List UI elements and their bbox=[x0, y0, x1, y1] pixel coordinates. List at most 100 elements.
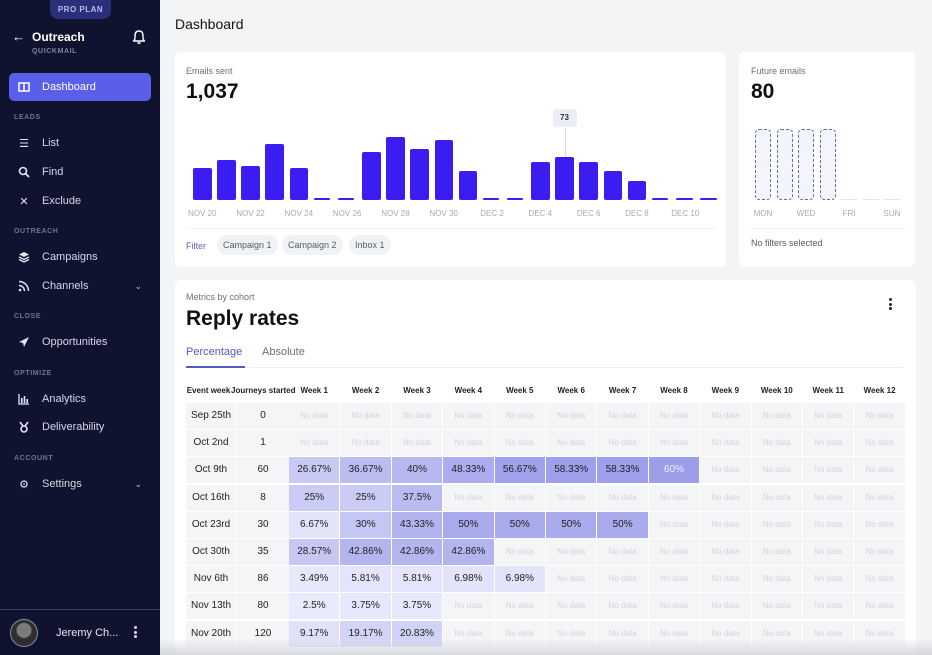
rate-cell[interactable]: 37.5% bbox=[391, 484, 443, 511]
rate-cell[interactable]: 5.81% bbox=[391, 566, 443, 593]
bar-dec-2[interactable] bbox=[482, 198, 500, 200]
sidebar-item-campaigns[interactable]: Campaigns bbox=[9, 245, 151, 269]
bar-dec-6[interactable] bbox=[579, 162, 598, 200]
bar-nov-25[interactable] bbox=[313, 198, 331, 200]
bar-nov-24[interactable] bbox=[289, 168, 309, 200]
sidebar-item-dashboard[interactable]: Dashboard bbox=[9, 73, 151, 101]
no-data-cell: No data bbox=[751, 539, 802, 565]
rate-cell[interactable]: 2.5% bbox=[289, 593, 340, 620]
tab-percentage[interactable]: Percentage bbox=[186, 346, 242, 358]
filter-chip-campaign-2[interactable]: Campaign 2 bbox=[282, 235, 343, 255]
chevron-down-icon[interactable]: ⌄ bbox=[134, 281, 142, 292]
table-row: Oct 30th 35 28.57% 42.86% 42.86% 42.86% No dat… bbox=[175, 539, 916, 565]
rate-cell[interactable]: 50% bbox=[494, 511, 545, 538]
layers-icon bbox=[18, 252, 30, 263]
column-header: Week 6 bbox=[557, 386, 585, 395]
rate-cell[interactable]: 50% bbox=[443, 511, 494, 538]
sidebar-item-exclude[interactable]: ✕ Exclude bbox=[9, 189, 151, 213]
tab-absolute[interactable]: Absolute bbox=[262, 346, 305, 358]
bar-nov-23[interactable] bbox=[265, 144, 284, 200]
rate-cell[interactable]: 58.33% bbox=[597, 457, 648, 484]
chevron-down-icon[interactable]: ⌄ bbox=[134, 479, 142, 490]
bar-dec-7[interactable] bbox=[603, 171, 623, 200]
rate-cell[interactable]: 60% bbox=[648, 457, 700, 484]
bar-nov-30[interactable] bbox=[434, 139, 453, 200]
sidebar-item-settings[interactable]: ⚙ Settings ⌄ bbox=[9, 472, 151, 496]
rate-cell[interactable]: 26.67% bbox=[289, 457, 340, 484]
rate-cell[interactable]: 40% bbox=[391, 457, 443, 484]
rate-cell[interactable]: 48.33% bbox=[443, 457, 494, 484]
bar-dec-5[interactable] bbox=[555, 157, 574, 200]
rate-cell[interactable]: 50% bbox=[546, 511, 597, 538]
rate-cell[interactable]: 3.49% bbox=[289, 566, 340, 593]
sidebar-item-label: Deliverability bbox=[42, 421, 105, 433]
no-data-cell: No data bbox=[751, 593, 802, 620]
future-bar-wed[interactable] bbox=[798, 129, 814, 200]
page-title: Dashboard bbox=[175, 16, 244, 32]
filter-chip-campaign-1[interactable]: Campaign 1 bbox=[217, 235, 278, 255]
sidebar-item-label: Channels bbox=[42, 280, 89, 292]
no-data-cell: No data bbox=[751, 566, 802, 593]
sidebar-item-find[interactable]: Find bbox=[9, 160, 151, 184]
rate-cell[interactable]: 6.98% bbox=[494, 566, 545, 593]
no-data-cell: No data bbox=[803, 566, 854, 593]
rate-cell[interactable]: 28.57% bbox=[289, 539, 340, 565]
rate-cell[interactable]: 58.33% bbox=[546, 457, 597, 484]
bar-dec-9[interactable] bbox=[651, 198, 669, 200]
bar-dec-4[interactable] bbox=[531, 162, 550, 200]
bar-nov-28[interactable] bbox=[386, 137, 405, 200]
rate-cell[interactable]: 50% bbox=[597, 511, 648, 538]
bar-dec-3[interactable] bbox=[506, 198, 524, 200]
bar-nov-22[interactable] bbox=[241, 166, 260, 200]
divider bbox=[751, 228, 905, 229]
sidebar-item-opportunities[interactable]: Opportunities bbox=[9, 330, 151, 354]
bar-nov-20[interactable] bbox=[193, 168, 212, 200]
rate-cell[interactable]: 42.86% bbox=[340, 539, 391, 565]
bar-nov-27[interactable] bbox=[362, 152, 381, 200]
bar-nov-26[interactable] bbox=[337, 198, 355, 200]
no-data-cell: No data bbox=[648, 539, 700, 565]
rate-cell[interactable]: 3.75% bbox=[340, 593, 391, 620]
rate-cell[interactable]: 6.98% bbox=[443, 566, 494, 593]
rate-cell[interactable]: 6.67% bbox=[289, 511, 340, 538]
bar-nov-21[interactable] bbox=[217, 159, 236, 200]
brand-back-link[interactable]: ← Outreach bbox=[12, 29, 85, 44]
rate-cell[interactable]: 42.86% bbox=[391, 539, 443, 565]
rate-cell[interactable]: 43.33% bbox=[391, 511, 443, 538]
future-bar-thu[interactable] bbox=[819, 129, 836, 200]
sidebar-item-analytics[interactable]: Analytics bbox=[9, 387, 151, 411]
bell-icon[interactable] bbox=[131, 29, 147, 45]
rate-cell[interactable]: 36.67% bbox=[340, 457, 391, 484]
rate-cell[interactable]: 42.86% bbox=[443, 539, 494, 565]
no-data-cell: No data bbox=[854, 566, 905, 593]
rate-cell[interactable]: 3.75% bbox=[391, 593, 443, 620]
bar-dec-8[interactable] bbox=[627, 181, 647, 200]
no-data-cell: No data bbox=[597, 403, 648, 429]
filter-chip-inbox-1[interactable]: Inbox 1 bbox=[349, 235, 391, 255]
rate-cell[interactable]: 30% bbox=[340, 511, 391, 538]
sidebar-item-label: Find bbox=[42, 166, 64, 178]
future-bar-tue[interactable] bbox=[776, 129, 793, 200]
more-options-icon[interactable] bbox=[888, 298, 892, 310]
user-menu-kebab-icon[interactable] bbox=[133, 626, 137, 638]
no-data-cell: No data bbox=[289, 403, 340, 429]
sidebar-item-list[interactable]: ☰ List bbox=[9, 131, 151, 155]
future-bar-mon[interactable] bbox=[755, 129, 771, 200]
x-tick-label: NOV 28 bbox=[381, 209, 410, 218]
bar-dec-11[interactable] bbox=[700, 198, 717, 200]
column-header: Week 12 bbox=[863, 386, 896, 395]
bar-dec-10[interactable] bbox=[676, 198, 693, 200]
sidebar-item-deliverability[interactable]: Deliverability bbox=[9, 415, 151, 439]
rate-cell[interactable]: 25% bbox=[289, 484, 340, 511]
rate-cell[interactable]: 25% bbox=[340, 484, 391, 511]
user-profile[interactable]: Jeremy Ch... bbox=[10, 619, 118, 647]
journeys-started-cell: 1 bbox=[237, 430, 289, 457]
sidebar-item-channels[interactable]: Channels ⌄ bbox=[9, 274, 151, 298]
plan-badge: PRO PLAN bbox=[50, 0, 111, 19]
bar-dec-1[interactable] bbox=[458, 171, 478, 200]
bar-nov-29[interactable] bbox=[410, 149, 429, 200]
rate-cell[interactable]: 56.67% bbox=[494, 457, 545, 484]
no-data-cell: No data bbox=[854, 539, 905, 565]
no-data-cell: No data bbox=[854, 430, 905, 457]
rate-cell[interactable]: 5.81% bbox=[340, 566, 391, 593]
